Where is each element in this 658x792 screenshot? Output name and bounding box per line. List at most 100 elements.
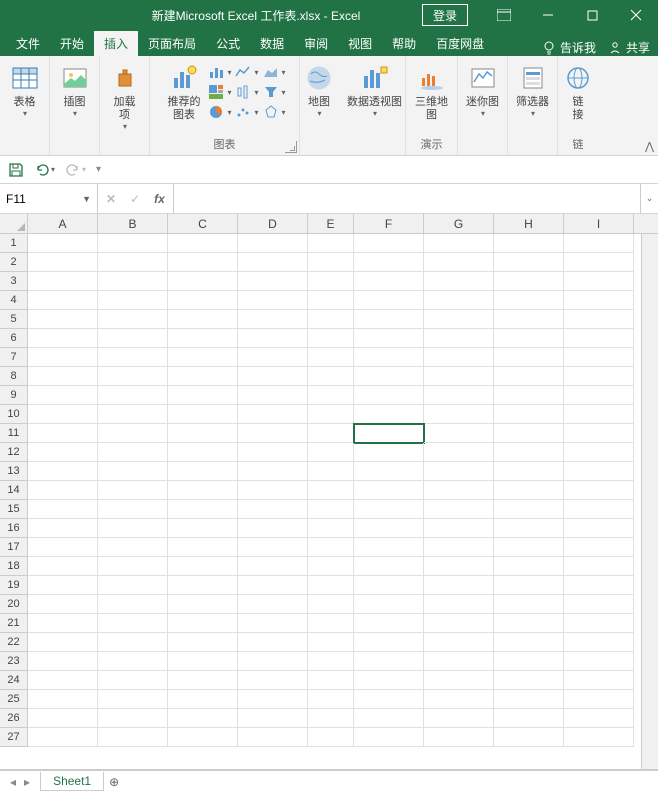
row-header[interactable]: 16 <box>0 519 28 538</box>
cell[interactable] <box>494 728 564 747</box>
cell[interactable] <box>564 329 634 348</box>
cell[interactable] <box>98 728 168 747</box>
cell[interactable] <box>494 595 564 614</box>
cell[interactable] <box>28 348 98 367</box>
chevron-down-icon[interactable]: ▼ <box>82 194 91 204</box>
cell[interactable] <box>28 329 98 348</box>
vertical-scrollbar[interactable] <box>641 234 658 769</box>
cell[interactable] <box>28 652 98 671</box>
cell[interactable] <box>424 595 494 614</box>
row-header[interactable]: 17 <box>0 538 28 557</box>
name-box[interactable]: ▼ <box>0 184 98 213</box>
cell[interactable] <box>168 690 238 709</box>
cell[interactable] <box>494 272 564 291</box>
cell[interactable] <box>424 481 494 500</box>
cell[interactable] <box>354 595 424 614</box>
cell[interactable] <box>28 538 98 557</box>
cell[interactable] <box>168 576 238 595</box>
tab-page-layout[interactable]: 页面布局 <box>138 31 206 56</box>
cell[interactable] <box>98 576 168 595</box>
cell[interactable] <box>494 614 564 633</box>
cell[interactable] <box>354 557 424 576</box>
cell[interactable] <box>494 253 564 272</box>
cell[interactable] <box>238 576 308 595</box>
cell[interactable] <box>98 633 168 652</box>
insert-function-button[interactable]: fx <box>154 192 165 206</box>
cell[interactable] <box>308 709 354 728</box>
cell[interactable] <box>98 234 168 253</box>
cell[interactable] <box>564 367 634 386</box>
row-header[interactable]: 1 <box>0 234 28 253</box>
cell[interactable] <box>168 405 238 424</box>
cell[interactable] <box>308 462 354 481</box>
row-header[interactable]: 22 <box>0 633 28 652</box>
cell[interactable] <box>308 234 354 253</box>
undo-button[interactable]: ▾ <box>34 162 55 178</box>
cell[interactable] <box>28 272 98 291</box>
column-header[interactable]: D <box>238 214 308 233</box>
cell[interactable] <box>308 690 354 709</box>
cell[interactable] <box>238 633 308 652</box>
cell[interactable] <box>424 291 494 310</box>
cell[interactable] <box>424 690 494 709</box>
cell[interactable] <box>98 310 168 329</box>
recommended-charts-button[interactable]: 推荐的 图表 <box>163 60 204 124</box>
cell[interactable] <box>28 367 98 386</box>
cell[interactable] <box>564 671 634 690</box>
cell[interactable] <box>564 557 634 576</box>
cell[interactable] <box>494 538 564 557</box>
cell[interactable] <box>98 519 168 538</box>
cell[interactable] <box>354 576 424 595</box>
name-box-input[interactable] <box>6 192 66 206</box>
cell[interactable] <box>168 500 238 519</box>
row-header[interactable]: 9 <box>0 386 28 405</box>
cell[interactable] <box>424 424 494 443</box>
cell[interactable] <box>564 386 634 405</box>
cell[interactable] <box>564 538 634 557</box>
cell[interactable] <box>424 538 494 557</box>
cell[interactable] <box>28 424 98 443</box>
cell[interactable] <box>354 348 424 367</box>
hierarchy-chart-button[interactable]: ▾ <box>208 84 231 100</box>
cell[interactable] <box>168 272 238 291</box>
cell[interactable] <box>494 348 564 367</box>
cell[interactable] <box>308 329 354 348</box>
cell[interactable] <box>238 481 308 500</box>
cell[interactable] <box>494 690 564 709</box>
cell[interactable] <box>238 500 308 519</box>
cell[interactable] <box>354 310 424 329</box>
enter-formula-icon[interactable]: ✓ <box>130 192 140 206</box>
cell[interactable] <box>98 367 168 386</box>
cell[interactable] <box>238 291 308 310</box>
cell[interactable] <box>494 291 564 310</box>
cell[interactable] <box>308 291 354 310</box>
cell[interactable] <box>354 633 424 652</box>
cell[interactable] <box>424 519 494 538</box>
cell[interactable] <box>28 576 98 595</box>
cell[interactable] <box>98 424 168 443</box>
expand-formula-bar-icon[interactable]: ⌄ <box>640 184 658 213</box>
cell[interactable] <box>308 481 354 500</box>
row-header[interactable]: 21 <box>0 614 28 633</box>
addins-button[interactable]: 加载 项 ▾ <box>105 60 145 133</box>
cell[interactable] <box>98 329 168 348</box>
cell[interactable] <box>168 728 238 747</box>
cell[interactable] <box>424 462 494 481</box>
cell[interactable] <box>494 671 564 690</box>
row-header[interactable]: 25 <box>0 690 28 709</box>
close-icon[interactable] <box>614 0 658 30</box>
row-header[interactable]: 6 <box>0 329 28 348</box>
column-chart-button[interactable]: ▾ <box>208 64 231 80</box>
minimize-icon[interactable] <box>526 0 570 30</box>
scatter-chart-button[interactable]: ▾ <box>235 104 258 120</box>
cell[interactable] <box>424 652 494 671</box>
cell[interactable] <box>564 481 634 500</box>
row-header[interactable]: 20 <box>0 595 28 614</box>
cell[interactable] <box>354 500 424 519</box>
cell[interactable] <box>354 709 424 728</box>
cell[interactable] <box>168 329 238 348</box>
row-header[interactable]: 3 <box>0 272 28 291</box>
cell[interactable] <box>564 576 634 595</box>
cell[interactable] <box>28 310 98 329</box>
cell[interactable] <box>494 557 564 576</box>
